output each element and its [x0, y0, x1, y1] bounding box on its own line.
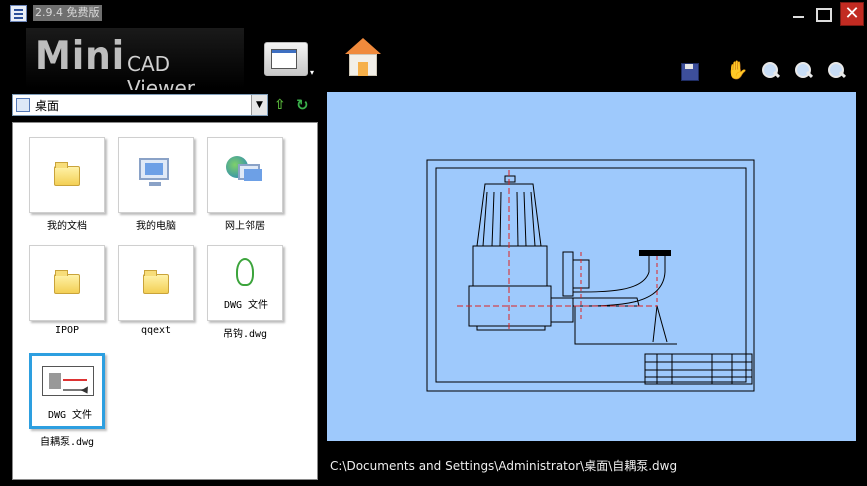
dwg-thumb: DWG 文件: [207, 245, 283, 321]
location-dropdown[interactable]: 桌面 ▼: [12, 94, 268, 116]
folder-icon: [143, 270, 169, 294]
folder-icon: [54, 270, 80, 294]
file-path-text: C:\Documents and Settings\Administrator\…: [330, 459, 678, 473]
desktop-icon: [16, 98, 30, 112]
view-mode-icon[interactable]: [264, 42, 308, 76]
file-label: 网上邻居: [225, 221, 265, 232]
zoom-window-icon[interactable]: [760, 60, 782, 82]
file-label: 我的文档: [47, 221, 87, 232]
close-button[interactable]: ✕: [840, 2, 864, 26]
zoom-in-icon[interactable]: [793, 60, 815, 82]
home-icon[interactable]: [344, 38, 382, 78]
folder-thumb: [118, 245, 194, 321]
chevron-down-icon[interactable]: ▾: [310, 68, 314, 77]
pan-hand-icon[interactable]: ✋: [726, 60, 748, 82]
window-title: 2.9.4 免费版: [33, 5, 102, 21]
folder-icon: [54, 162, 80, 186]
cad-drawing: [426, 159, 755, 392]
app-icon[interactable]: [10, 5, 27, 22]
file-label: 自耦泵.dwg: [39, 437, 95, 448]
zoom-out-icon[interactable]: [826, 60, 848, 82]
file-label: qqext: [140, 325, 172, 336]
computer-icon: [139, 158, 169, 180]
file-label: 我的电脑: [136, 221, 176, 232]
app-logo: Mini CAD Viewer: [26, 28, 244, 100]
computer-thumb: [118, 137, 194, 213]
dwg-badge: DWG 文件: [47, 410, 93, 421]
minimize-button[interactable]: [788, 4, 810, 24]
drawing-canvas[interactable]: [327, 92, 856, 441]
file-browser-panel: 桌面 ▼ ⇧ ↻ 我的文档 我的电脑 网上邻居 IPOP qqext DWG 文: [8, 90, 322, 482]
folder-thumb: [29, 137, 105, 213]
status-bar: C:\Documents and Settings\Administrator\…: [327, 441, 856, 475]
save-icon[interactable]: [679, 60, 701, 82]
logo-mini-text: Mini: [35, 34, 126, 79]
maximize-button[interactable]: [812, 4, 834, 24]
dwg-thumb: DWG 文件: [29, 353, 105, 429]
up-folder-icon[interactable]: ⇧: [274, 97, 290, 113]
network-thumb: [207, 137, 283, 213]
toolbar: Mini CAD Viewer ▾ ✋: [0, 28, 867, 100]
title-bar: 2.9.4 免费版 ✕: [0, 0, 867, 28]
file-list: 我的文档 我的电脑 网上邻居 IPOP qqext DWG 文件 吊钩.dwg: [12, 122, 318, 480]
dropdown-arrow-icon[interactable]: ▼: [251, 95, 267, 115]
location-text: 桌面: [35, 99, 60, 113]
file-label: IPOP: [54, 325, 80, 336]
folder-thumb: [29, 245, 105, 321]
file-label: 吊钩.dwg: [222, 329, 268, 340]
dwg-file-icon: [236, 258, 254, 286]
dwg-badge: DWG 文件: [223, 300, 269, 311]
refresh-icon[interactable]: ↻: [296, 97, 312, 113]
